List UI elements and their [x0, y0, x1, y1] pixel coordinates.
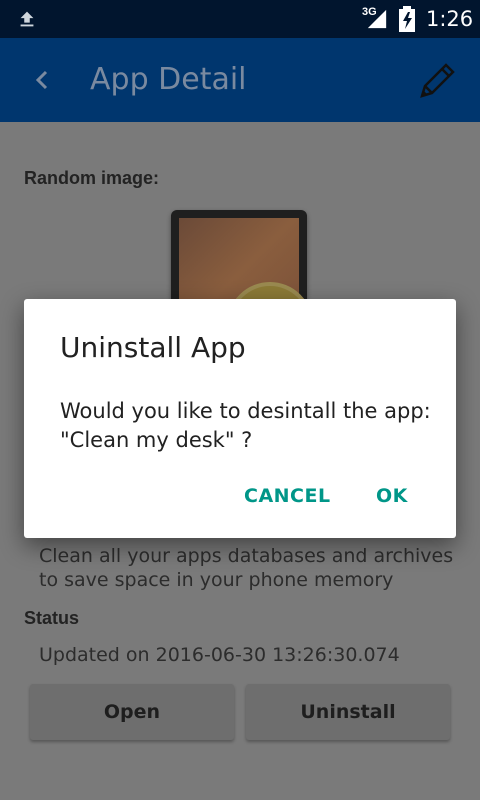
status-label: Status — [24, 608, 80, 628]
signal-icon — [367, 9, 387, 29]
clock: 1:26 — [426, 7, 474, 31]
uninstall-button[interactable]: Uninstall — [246, 684, 450, 740]
uninstall-dialog: Uninstall App Would you like to desintal… — [24, 299, 456, 538]
battery-charging-icon — [399, 6, 415, 32]
status-bar: 3G 1:26 — [0, 0, 480, 38]
page-title: App Detail — [90, 62, 247, 97]
ok-button[interactable]: OK — [376, 485, 408, 507]
dialog-message: Would you like to desintall the app: "Cl… — [60, 399, 431, 452]
upload-icon — [20, 11, 34, 27]
back-arrow-icon[interactable] — [30, 64, 56, 96]
pencil-edit-icon[interactable] — [414, 58, 460, 104]
open-button[interactable]: Open — [30, 684, 234, 740]
cancel-button[interactable]: CANCEL — [244, 485, 331, 507]
random-image-label: Random image: — [24, 168, 160, 188]
app-description: Clean all your apps databases and archiv… — [39, 545, 454, 591]
app-bar: App Detail — [0, 38, 480, 122]
updated-timestamp: Updated on 2016-06-30 13:26:30.074 — [39, 644, 400, 666]
dialog-title: Uninstall App — [60, 331, 246, 364]
